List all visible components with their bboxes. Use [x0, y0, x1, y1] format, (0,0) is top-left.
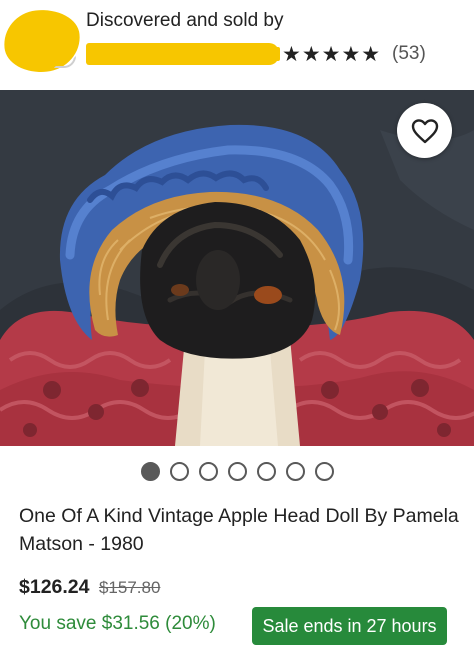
pager-dot[interactable]: [169, 462, 189, 481]
review-count[interactable]: (53): [392, 43, 426, 65]
favorite-button[interactable]: [397, 103, 452, 158]
discovered-label: Discovered and sold by: [86, 10, 284, 31]
rating-stars: ★★★★★: [282, 43, 382, 66]
pager-dot[interactable]: [256, 462, 276, 481]
heart-outline-icon: [411, 118, 438, 143]
seller-header[interactable]: Discovered and sold by ★★★★★ (53): [0, 0, 474, 90]
avatar-ring: [54, 56, 76, 68]
sale-ends-badge: Sale ends in 27 hours: [252, 607, 447, 645]
seller-name-redaction: [86, 43, 279, 65]
price-row: $126.24 $157.80: [19, 576, 160, 599]
savings-text: You save $31.56 (20%): [19, 613, 216, 634]
seller-name-redaction-tail: [268, 47, 280, 61]
pager-dot[interactable]: [314, 462, 334, 481]
pager-dot[interactable]: [227, 462, 247, 481]
pager-dot[interactable]: [198, 462, 218, 481]
original-price: $157.80: [98, 578, 161, 597]
pager-dot[interactable]: [285, 462, 305, 481]
pager-dot[interactable]: [140, 462, 160, 481]
sale-price: $126.24: [19, 576, 90, 598]
image-pager: [0, 462, 474, 486]
listing-title: One Of A Kind Vintage Apple Head Doll By…: [19, 505, 459, 555]
